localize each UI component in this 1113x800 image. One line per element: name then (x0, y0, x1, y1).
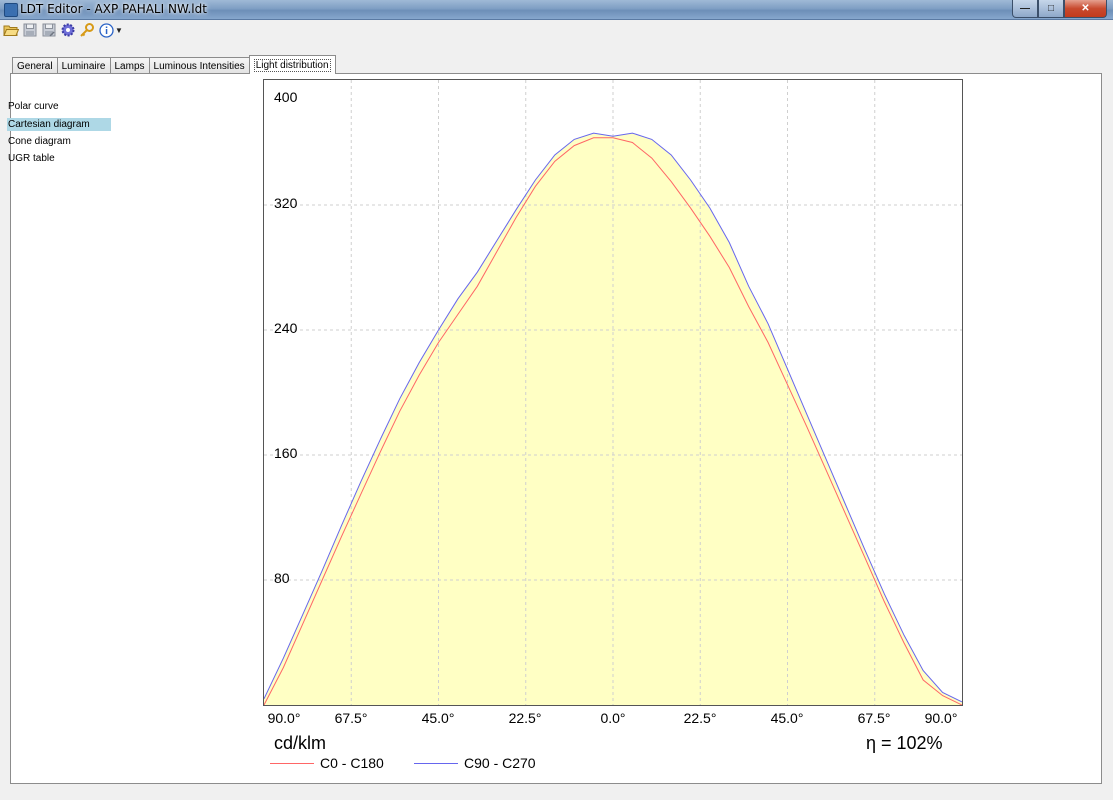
tab-label: Lamps (114, 60, 145, 72)
maximize-button[interactable]: □ (1038, 0, 1064, 18)
settings-icon[interactable] (60, 22, 76, 38)
tab-luminaire[interactable]: Luminaire (56, 57, 111, 74)
info-dropdown-caret-icon[interactable]: ▼ (115, 26, 123, 35)
x-tick-label: 22.5° (508, 710, 542, 726)
tab-strip: General Luminaire Lamps Luminous Intensi… (12, 55, 336, 74)
chart-plot-area (264, 80, 962, 705)
nav-item-polar-curve[interactable]: Polar curve (7, 100, 111, 113)
title-bar: LDT Editor - AXP PAHALI NW.ldt — □ ✕ (0, 0, 1113, 20)
save-as-icon[interactable] (41, 22, 57, 38)
window-controls: — □ ✕ (1012, 0, 1107, 18)
tab-label: General (17, 60, 53, 72)
cartesian-chart (263, 79, 963, 706)
x-tick-label: 90.0° (267, 710, 301, 726)
efficiency-label: η = 102% (866, 733, 943, 753)
tab-label: Luminous Intensities (153, 60, 245, 72)
x-tick-label: 45.0° (770, 710, 804, 726)
y-tick-label: 160 (274, 445, 298, 461)
open-folder-icon[interactable] (3, 22, 19, 38)
tab-lamps[interactable]: Lamps (109, 57, 150, 74)
save-icon[interactable] (22, 22, 38, 38)
app-icon (4, 3, 18, 17)
x-tick-label: 45.0° (421, 710, 455, 726)
x-tick-label: 90.0° (924, 710, 958, 726)
nav-item-cartesian-diagram[interactable]: Cartesian diagram (7, 118, 111, 131)
tab-light-distribution[interactable]: Light distribution (248, 55, 336, 74)
minimize-button[interactable]: — (1012, 0, 1038, 18)
x-tick-label: 22.5° (683, 710, 717, 726)
tab-label: Light distribution (253, 58, 331, 72)
tab-label: Luminaire (61, 60, 106, 72)
info-icon[interactable] (98, 22, 114, 38)
x-tick-label: 67.5° (857, 710, 891, 726)
tab-luminous-intensities[interactable]: Luminous Intensities (148, 57, 250, 74)
y-tick-label: 80 (274, 570, 290, 586)
close-button[interactable]: ✕ (1064, 0, 1107, 18)
legend-swatch-c0-c180 (270, 763, 314, 764)
nav-item-cone-diagram[interactable]: Cone diagram (7, 135, 111, 148)
window-title: LDT Editor - AXP PAHALI NW.ldt (20, 2, 207, 16)
legend-swatch-c90-c270 (414, 763, 458, 764)
x-tick-label: 0.0° (600, 710, 626, 726)
nav-item-ugr-table[interactable]: UGR table (7, 152, 111, 165)
unit-label: cd/klm (274, 733, 327, 753)
legend-label-c90-c270: C90 - C270 (464, 755, 536, 771)
tab-general[interactable]: General (12, 57, 58, 74)
key-icon[interactable] (79, 22, 95, 38)
y-tick-label: 240 (274, 320, 298, 336)
y-tick-label: 320 (274, 195, 298, 211)
toolbar: ▼ (0, 20, 1113, 40)
x-tick-label: 67.5° (334, 710, 368, 726)
y-tick-label: 400 (274, 89, 298, 105)
legend-label-c0-c180: C0 - C180 (320, 755, 384, 771)
